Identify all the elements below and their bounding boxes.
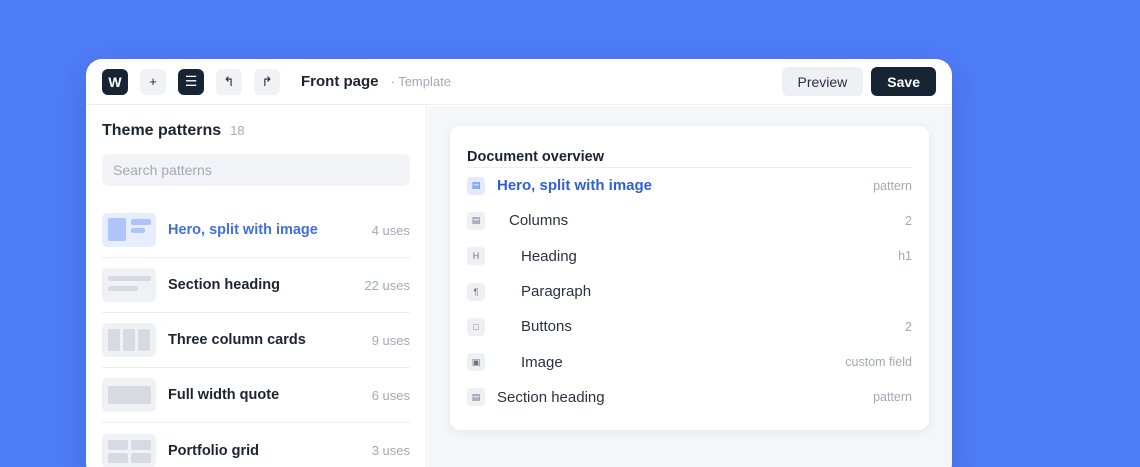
pattern-name: Three column cards bbox=[168, 332, 306, 348]
pattern-name: Portfolio grid bbox=[168, 442, 260, 459]
undo-button[interactable]: ↰ bbox=[216, 68, 242, 95]
overview-row-label: Columns bbox=[509, 212, 569, 230]
pattern-thumbnail bbox=[102, 378, 156, 412]
buttons-icon: □ bbox=[467, 317, 485, 336]
overview-row-label: Heading bbox=[521, 247, 577, 265]
overview-row[interactable]: ▣ Image custom field bbox=[467, 344, 912, 379]
pattern-name: Section heading bbox=[168, 277, 280, 293]
document-type: · Template bbox=[390, 74, 451, 89]
pattern-thumbnail bbox=[102, 268, 156, 302]
columns-icon: ▤ bbox=[467, 211, 485, 230]
pattern-item[interactable]: Section heading 22 uses bbox=[102, 258, 410, 313]
overview-row-meta: pattern bbox=[873, 390, 912, 405]
overview-row-meta: custom field bbox=[845, 355, 912, 370]
preview-button[interactable]: Preview bbox=[781, 67, 864, 96]
overview-row-meta: 2 bbox=[905, 319, 912, 334]
pattern-uses: 4 uses bbox=[371, 222, 410, 238]
search-patterns-input[interactable]: Search patterns bbox=[102, 154, 410, 186]
pattern-thumbnail bbox=[102, 323, 156, 357]
overview-panel: Document overview ▤ Hero, split with imag… bbox=[428, 106, 952, 467]
overview-row-label: Image bbox=[521, 353, 563, 371]
overview-row-label: Buttons bbox=[521, 318, 572, 336]
add-block-button[interactable]: + bbox=[140, 68, 166, 95]
pattern-uses: 3 uses bbox=[371, 443, 410, 458]
image-icon: ▣ bbox=[467, 353, 485, 372]
top-toolbar: W + ☰ ↰ ↱ Front page · Template Preview … bbox=[86, 59, 952, 105]
overview-row[interactable]: ▤ Hero, split with image pattern bbox=[467, 168, 912, 203]
paragraph-icon: ¶ bbox=[467, 282, 485, 301]
pattern-uses: 22 uses bbox=[364, 277, 410, 293]
pattern-uses: 9 uses bbox=[371, 332, 410, 348]
overview-row[interactable]: H Heading h1 bbox=[467, 239, 912, 274]
redo-button[interactable]: ↱ bbox=[254, 68, 280, 95]
overview-row[interactable]: ▤ Section heading pattern bbox=[467, 380, 912, 415]
overview-title: Document overview bbox=[467, 126, 912, 168]
overview-row[interactable]: ▤ Columns 2 bbox=[467, 203, 912, 238]
patterns-list: Hero, split with image 4 uses Section head… bbox=[102, 203, 410, 467]
overview-row-meta: 2 bbox=[905, 213, 912, 228]
pattern-item[interactable]: Hero, split with image 4 uses bbox=[102, 203, 410, 258]
patterns-count: 18 bbox=[230, 123, 245, 138]
save-button[interactable]: Save bbox=[871, 67, 936, 96]
overview-row-label: Paragraph bbox=[521, 283, 592, 301]
heading-icon: H bbox=[467, 247, 485, 266]
patterns-title: Theme patterns bbox=[102, 122, 222, 139]
site-logo-button[interactable]: W bbox=[102, 68, 128, 95]
overview-row[interactable]: ¶ Paragraph bbox=[467, 274, 912, 309]
overview-row-label: Section heading bbox=[497, 388, 605, 406]
pattern-name: Full width quote bbox=[168, 387, 280, 403]
pattern-name: Hero, split with image bbox=[168, 222, 318, 238]
list-view-button[interactable]: ☰ bbox=[178, 68, 204, 95]
overview-row[interactable]: □ Buttons 2 bbox=[467, 309, 912, 344]
overview-row-label: Hero, split with image bbox=[497, 177, 653, 195]
editor-window: W + ☰ ↰ ↱ Front page · Template Preview … bbox=[86, 59, 952, 467]
pattern-item[interactable]: Portfolio grid 3 uses bbox=[102, 423, 410, 467]
pattern-item[interactable]: Full width quote 6 uses bbox=[102, 368, 410, 423]
patterns-panel: Theme patterns 18 Search patterns Hero, … bbox=[86, 106, 427, 467]
pattern-uses: 6 uses bbox=[371, 387, 410, 403]
pattern-thumbnail bbox=[102, 213, 156, 247]
overview-row-meta: pattern bbox=[873, 178, 912, 193]
pattern-thumbnail bbox=[102, 433, 156, 467]
overview-tree: ▤ Hero, split with image pattern ▤ Columns 2 H… bbox=[467, 168, 912, 415]
document-overview-card: Document overview ▤ Hero, split with imag… bbox=[450, 126, 929, 430]
pattern-item[interactable]: Three column cards 9 uses bbox=[102, 313, 410, 368]
pattern-icon: ▤ bbox=[467, 388, 485, 407]
overview-row-meta: h1 bbox=[898, 249, 912, 264]
document-title[interactable]: Front page bbox=[301, 73, 379, 90]
pattern-icon: ▤ bbox=[467, 176, 485, 195]
